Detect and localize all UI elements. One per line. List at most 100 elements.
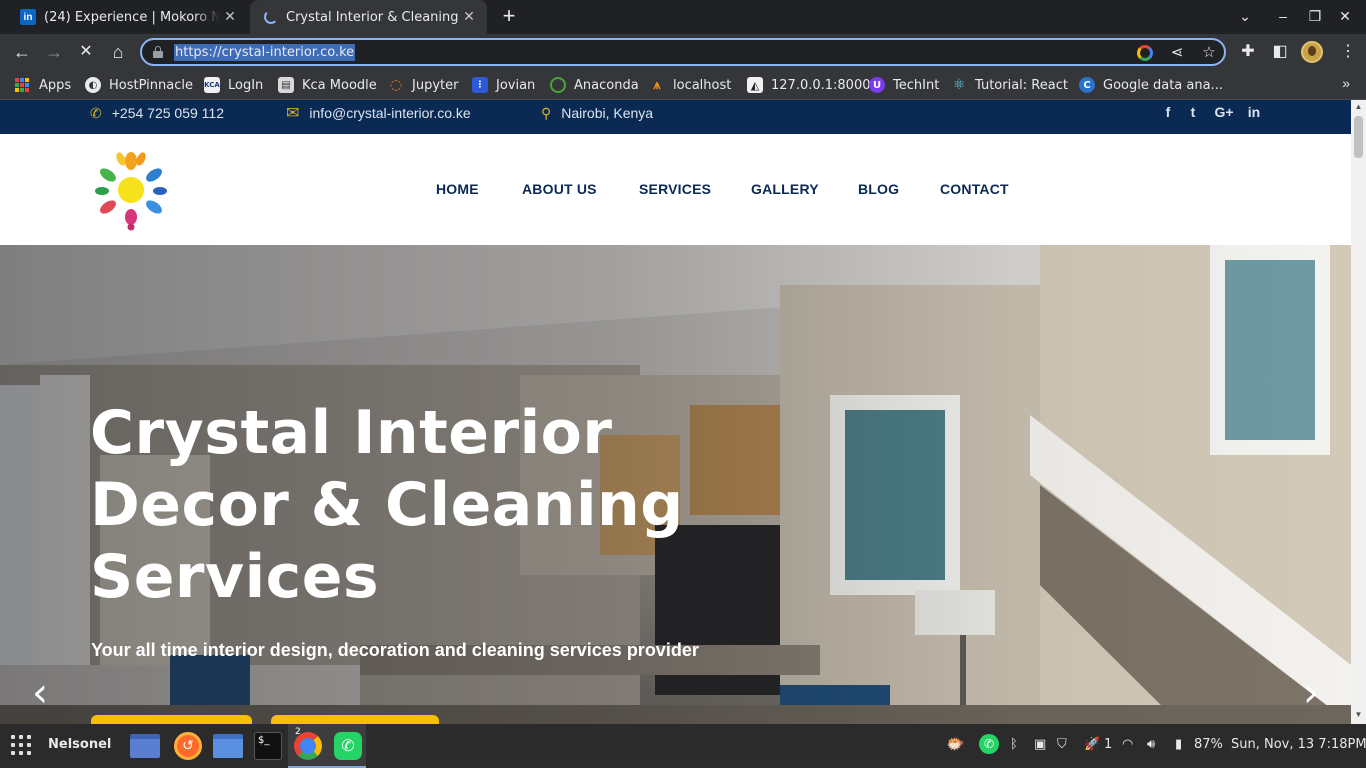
folder-icon[interactable] (213, 731, 243, 761)
google-plus-icon[interactable]: G+ (1212, 104, 1236, 120)
app-launcher-icon[interactable] (11, 735, 31, 755)
bookmark-label: Tutorial: React (975, 77, 1068, 93)
bookmark-label: Jupyter (412, 77, 459, 93)
email-info[interactable]: ✉ info@crystal-interior.co.ke (286, 104, 471, 122)
bookmark-jupyter[interactable]: ◌ Jupyter (388, 77, 459, 93)
terminal-icon[interactable]: $_ (253, 731, 283, 761)
close-window-button[interactable]: ✕ (1336, 8, 1354, 25)
anaconda-icon (550, 77, 566, 93)
bookmark-label: Jovian (496, 77, 536, 93)
back-button[interactable]: ← (10, 40, 34, 64)
bookmark-label: localhost (673, 77, 732, 93)
url-text[interactable]: https://crystal-interior.co.ke (174, 44, 356, 61)
django-icon: ◭ (747, 77, 763, 93)
site-header: HOME ABOUT US SERVICES GALLERY BLOG CONT… (0, 134, 1351, 245)
slider-next-arrow-icon[interactable]: › (1299, 673, 1323, 713)
map-pin-icon: ⚲ (541, 104, 552, 121)
tab-search-icon[interactable]: ⌄ (1236, 8, 1254, 25)
bookmark-localhost[interactable]: ⩚ localhost (649, 77, 731, 93)
wifi-icon[interactable]: ◠ (1122, 737, 1133, 752)
scroll-down-icon[interactable]: ▼ (1354, 710, 1363, 719)
nav-contact[interactable]: CONTACT (940, 181, 1009, 197)
bookmark-login[interactable]: KCA LogIn (204, 77, 263, 93)
hero-primary-button[interactable] (91, 715, 252, 724)
files-app-icon[interactable] (130, 731, 160, 761)
location-info: ⚲ Nairobi, Kenya (541, 104, 653, 122)
slider-prev-arrow-icon[interactable]: ‹ (28, 673, 52, 713)
address-bar[interactable]: https://crystal-interior.co.ke ⋖ ☆ (140, 38, 1226, 66)
side-panel-icon[interactable]: ◧ (1268, 40, 1292, 64)
google-lens-icon[interactable] (1135, 43, 1155, 63)
bookmark-127-0-0-1[interactable]: ◭ 127.0.0.1:8000 (747, 77, 871, 93)
scroll-up-icon[interactable]: ▲ (1354, 102, 1363, 111)
phone-number: +254 725 059 112 (111, 105, 224, 121)
whatsapp-icon[interactable]: ✆ (333, 731, 363, 761)
bluetooth-icon[interactable]: ᛒ (1010, 737, 1018, 752)
linkedin-icon[interactable]: in (1245, 104, 1263, 120)
nav-blog[interactable]: BLOG (858, 181, 899, 197)
localhost-icon: ⩚ (653, 77, 661, 93)
close-tab-icon[interactable]: ✕ (222, 9, 238, 25)
nav-home[interactable]: HOME (436, 181, 479, 197)
phone-info[interactable]: ✆ +254 725 059 112 (90, 104, 224, 122)
battery-icon[interactable]: ▮ (1175, 737, 1182, 752)
bookmark-label: 127.0.0.1:8000 (771, 77, 871, 93)
close-tab-icon[interactable]: ✕ (461, 9, 477, 25)
bookmark-jovian[interactable]: ⋮ Jovian (472, 77, 535, 93)
shield-icon[interactable]: ⛉ (1057, 737, 1067, 752)
scroll-thumb[interactable] (1354, 116, 1363, 158)
workspace-name: Nelsonel (48, 737, 112, 752)
battery-percent: 87% (1194, 737, 1223, 752)
stop-loading-button[interactable]: ✕ (74, 40, 98, 64)
new-tab-button[interactable]: + (498, 5, 520, 28)
bookmark-apps[interactable]: Apps (14, 77, 71, 93)
hero-subtitle: Your all time interior design, decoratio… (91, 640, 699, 660)
hero-title-line: Decor & Cleaning (90, 470, 684, 540)
react-icon: ⚛ (952, 77, 966, 93)
minimize-button[interactable]: – (1274, 8, 1292, 24)
hero-title: Crystal Interior Decor & Cleaning Servic… (90, 397, 710, 613)
home-button[interactable]: ⌂ (106, 40, 130, 64)
nav-gallery[interactable]: GALLERY (751, 181, 819, 197)
crystal-interior-logo[interactable] (90, 149, 172, 231)
bookmark-label: HostPinnacle (109, 77, 193, 93)
firefox-icon[interactable]: ↺ (173, 731, 203, 761)
bookmark-kca-moodle[interactable]: ▤ Kca Moodle (278, 77, 377, 93)
chrome-icon[interactable]: 2 (293, 727, 323, 761)
maximize-button[interactable]: ❐ (1306, 8, 1324, 25)
tab-crystal-interior[interactable]: Crystal Interior & Cleaning ✕ (250, 0, 487, 34)
tray-mascot-icon[interactable]: 🐡 (946, 735, 965, 753)
hero-secondary-button[interactable] (271, 715, 439, 724)
tab-strip: in (24) Experience | Mokoro Nelson ✕ Cry… (0, 0, 1366, 34)
nav-about-us[interactable]: ABOUT US (522, 181, 597, 197)
hero-slider: Crystal Interior Decor & Cleaning Servic… (0, 245, 1351, 724)
bookmark-star-icon[interactable]: ☆ (1199, 43, 1219, 63)
nav-services[interactable]: SERVICES (639, 181, 711, 197)
bookmark-anaconda[interactable]: Anaconda (550, 77, 639, 93)
twitter-icon[interactable]: t (1184, 104, 1202, 120)
bookmark-hostpinnacle[interactable]: ◐ HostPinnacle (85, 77, 193, 93)
bookmark-techint[interactable]: U TechInt (869, 77, 939, 93)
profile-avatar[interactable] (1301, 41, 1323, 63)
clipboard-icon[interactable]: ▣ (1034, 737, 1046, 752)
bookmarks-overflow-button[interactable]: » (1342, 75, 1350, 91)
clock-datetime[interactable]: Sun, Nov, 13 7:18PM (1231, 737, 1366, 752)
jovian-icon: ⋮ (472, 77, 488, 93)
hostpinnacle-icon: ◐ (85, 77, 101, 93)
tab-linkedin[interactable]: in (24) Experience | Mokoro Nelson ✕ (12, 0, 248, 34)
share-icon[interactable]: ⋖ (1167, 43, 1187, 63)
extensions-icon[interactable]: ✚ (1236, 40, 1260, 64)
tab-title: Crystal Interior & Cleaning (286, 9, 459, 25)
email-address: info@crystal-interior.co.ke (309, 105, 471, 121)
lock-icon[interactable] (153, 46, 163, 58)
volume-icon[interactable]: 🔊︎ (1147, 737, 1155, 752)
menu-kebab-icon[interactable]: ⋮ (1336, 40, 1360, 64)
bookmark-react-tutorial[interactable]: ⚛ Tutorial: React (951, 77, 1068, 93)
page-scrollbar[interactable]: ▲ ▼ (1351, 100, 1366, 724)
forward-button[interactable]: → (42, 40, 66, 64)
facebook-icon[interactable]: f (1159, 104, 1177, 120)
notification-count: 1 (1104, 737, 1113, 752)
bookmark-google-data-analytics[interactable]: C Google data ana... (1079, 77, 1223, 93)
notifications-icon[interactable]: 🚀 (1084, 737, 1100, 752)
tray-whatsapp-icon[interactable]: ✆ (979, 734, 999, 754)
